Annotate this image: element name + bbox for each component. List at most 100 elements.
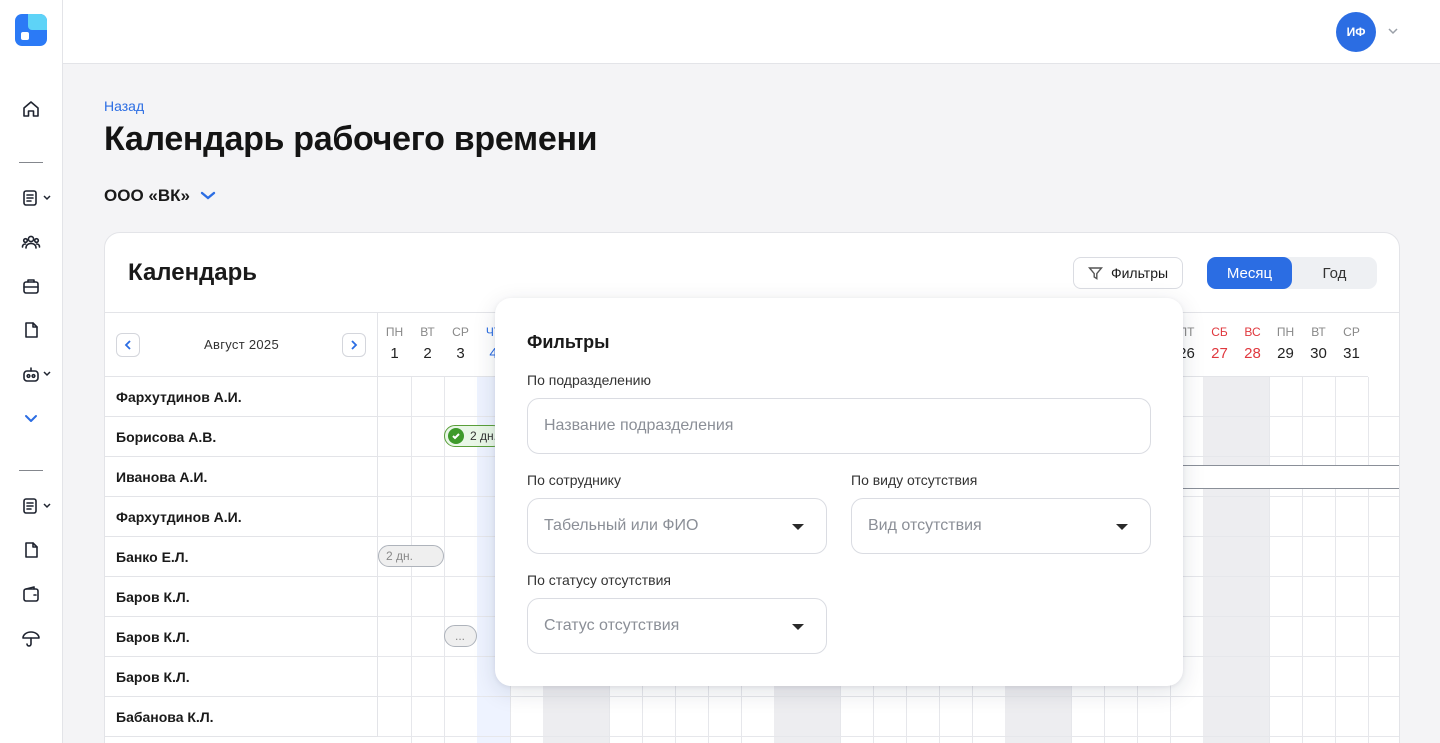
day-number: 3	[456, 345, 465, 362]
filters-button-label: Фильтры	[1110, 265, 1169, 281]
day-number: 2	[423, 345, 432, 362]
filters-popover-title: Фильтры	[527, 332, 610, 352]
topbar: ИФ	[63, 0, 1440, 64]
calendar-title: Календарь	[128, 259, 258, 286]
absence-bar[interactable]	[1181, 465, 1399, 489]
employee-name[interactable]: Банко Е.Л.	[105, 537, 378, 577]
chevron-right-icon	[351, 340, 358, 350]
grid-column-line	[1368, 377, 1369, 743]
file-icon[interactable]	[19, 538, 43, 562]
day-weekday: СР	[1343, 325, 1360, 339]
absence-pill-more[interactable]: ...	[444, 625, 477, 647]
employee-name[interactable]: Иванова А.И.	[105, 457, 378, 497]
day-header: СБ 27	[1203, 313, 1236, 377]
day-number: 27	[1211, 345, 1228, 362]
employee-name[interactable]: Баров К.Л.	[105, 577, 378, 617]
umbrella-icon[interactable]	[19, 626, 43, 650]
absence-pill[interactable]: 2 дн.	[378, 545, 444, 567]
caret-down-icon	[1116, 524, 1128, 530]
chevron-down-icon[interactable]	[1386, 26, 1400, 36]
weekend-column	[1203, 377, 1236, 743]
filters-button[interactable]: Фильтры	[1073, 257, 1183, 289]
absence-type-select[interactable]: Вид отсутствия	[851, 498, 1151, 554]
view-year[interactable]: Год	[1292, 257, 1377, 289]
next-month-button[interactable]	[342, 333, 366, 357]
employee-filter-label: По сотруднику	[527, 472, 621, 488]
home-icon[interactable]	[19, 97, 43, 121]
chevron-down-icon	[200, 191, 216, 200]
grid-row-line	[378, 696, 1399, 697]
absence-status-filter-label: По статусу отсутствия	[527, 572, 672, 588]
department-input[interactable]: Название подразделения	[527, 398, 1151, 454]
day-header: СР 31	[1335, 313, 1368, 377]
check-icon	[448, 428, 464, 444]
day-weekday: СБ	[1211, 325, 1228, 339]
employee-name[interactable]: Фархутдинов А.И.	[105, 377, 378, 417]
department-placeholder: Название подразделения	[544, 417, 734, 434]
day-weekday: ПН	[385, 325, 404, 339]
day-header: ВС 28	[1236, 313, 1269, 377]
day-header: ПН 1	[378, 313, 411, 377]
day-number: 28	[1244, 345, 1261, 362]
employee-name[interactable]: Баров К.Л.	[105, 617, 378, 657]
day-number: 30	[1310, 345, 1327, 362]
day-header: ВТ 30	[1302, 313, 1335, 377]
absence-status-placeholder: Статус отсутствия	[544, 617, 680, 634]
filters-popover: Фильтры По подразделению Название подраз…	[495, 298, 1183, 686]
avatar[interactable]: ИФ	[1336, 12, 1376, 52]
back-link[interactable]: Назад	[104, 98, 144, 114]
month-label: Август 2025	[204, 337, 279, 352]
employee-name[interactable]: Борисова А.В.	[105, 417, 378, 457]
app-logo[interactable]	[15, 14, 47, 46]
day-header: ПН 29	[1269, 313, 1302, 377]
robot-icon[interactable]	[19, 362, 43, 386]
grid-column-line	[1335, 377, 1336, 743]
org-name: ООО «ВК»	[104, 186, 190, 205]
chevron-down-icon	[43, 371, 51, 377]
day-weekday: ПН	[1276, 325, 1295, 339]
day-weekday: ВТ	[1311, 325, 1326, 339]
employee-name[interactable]: Баров К.Л.	[105, 657, 378, 697]
expand-chevron-icon[interactable]	[19, 406, 43, 430]
absence-pill-label: 2 дн.	[470, 429, 497, 443]
employee-select[interactable]: Табельный или ФИО	[527, 498, 827, 554]
view-month[interactable]: Месяц	[1207, 257, 1292, 289]
document-list-icon[interactable]	[19, 494, 43, 518]
grid-column-line	[1269, 377, 1270, 743]
department-filter-label: По подразделению	[527, 372, 651, 388]
day-header: ВТ 2	[411, 313, 444, 377]
month-navigator: Август 2025	[105, 313, 378, 377]
caret-down-icon	[792, 624, 804, 630]
sidebar	[0, 0, 63, 743]
sidebar-divider	[19, 470, 43, 471]
absence-pill-label: 2 дн.	[386, 549, 413, 563]
file-icon[interactable]	[19, 318, 43, 342]
chevron-down-icon	[43, 195, 51, 201]
weekend-column	[1236, 377, 1269, 743]
page-title: Календарь рабочего времени	[104, 120, 598, 158]
day-number: 31	[1343, 345, 1360, 362]
wallet-icon[interactable]	[19, 582, 43, 606]
day-weekday: ВТ	[420, 325, 435, 339]
filter-icon	[1087, 266, 1103, 280]
day-weekday: ВС	[1244, 325, 1261, 339]
absence-type-placeholder: Вид отсутствия	[868, 517, 982, 534]
day-number: 29	[1277, 345, 1294, 362]
briefcase-icon[interactable]	[19, 274, 43, 298]
employee-name[interactable]: Бабанова К.Л.	[105, 697, 378, 737]
grid-column-line	[1302, 377, 1303, 743]
employee-placeholder: Табельный или ФИО	[544, 517, 699, 534]
document-list-icon[interactable]	[19, 186, 43, 210]
day-number: 1	[390, 345, 399, 362]
view-toggle: Месяц Год	[1207, 257, 1377, 289]
day-weekday: СР	[452, 325, 469, 339]
sidebar-divider	[19, 162, 43, 163]
absence-pill-label: ...	[455, 629, 466, 643]
employee-name[interactable]: Фархутдинов А.И.	[105, 497, 378, 537]
users-icon[interactable]	[19, 230, 43, 254]
chevron-down-icon	[43, 503, 51, 509]
grid-row-line	[378, 736, 1399, 737]
day-header: СР 3	[444, 313, 477, 377]
absence-status-select[interactable]: Статус отсутствия	[527, 598, 827, 654]
org-select[interactable]: ООО «ВК»	[104, 186, 216, 206]
